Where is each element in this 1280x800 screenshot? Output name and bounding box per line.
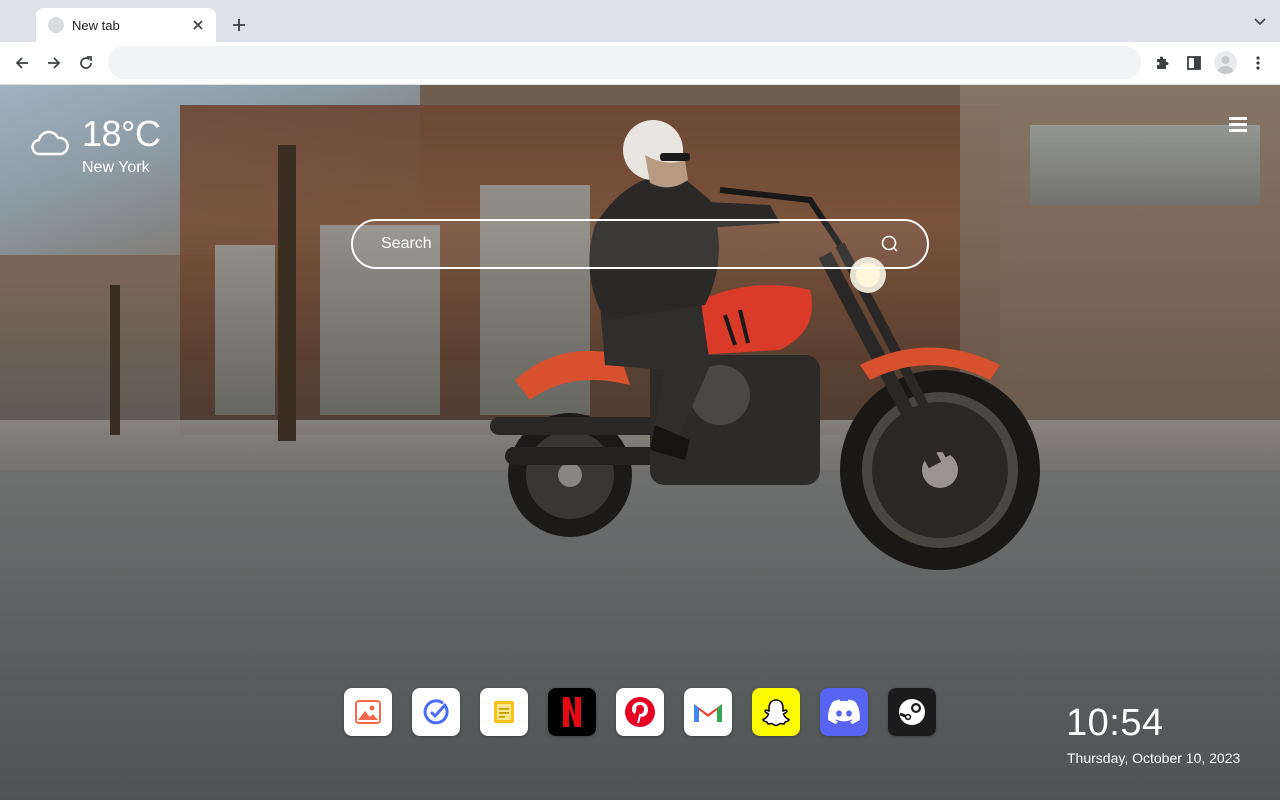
dock-item-notes[interactable] xyxy=(480,688,528,736)
forward-button[interactable] xyxy=(41,50,67,76)
wallpaper-motorcycle-rider xyxy=(490,120,1040,570)
wallpaper-tree-trunk xyxy=(278,145,296,441)
dock-item-gmail[interactable] xyxy=(684,688,732,736)
image-icon xyxy=(355,700,381,724)
snapchat-icon xyxy=(762,699,790,727)
side-panel-button[interactable] xyxy=(1181,50,1207,76)
plus-icon xyxy=(233,19,245,31)
check-circle-icon xyxy=(423,699,449,725)
reload-icon xyxy=(80,56,92,69)
netflix-icon xyxy=(563,697,581,727)
side-panel-icon xyxy=(1187,56,1201,70)
avatar-icon xyxy=(1217,56,1234,74)
wallpaper-window xyxy=(215,245,275,415)
close-icon[interactable] xyxy=(190,17,206,33)
tab-new-tab[interactable]: New tab xyxy=(36,8,216,42)
arrow-left-icon xyxy=(15,57,28,69)
hamburger-icon xyxy=(1229,117,1247,132)
search-input[interactable] xyxy=(381,221,861,267)
settings-menu-button[interactable] xyxy=(1229,117,1249,133)
steam-icon xyxy=(899,699,925,725)
back-button[interactable] xyxy=(9,50,35,76)
extensions-button[interactable] xyxy=(1149,50,1175,76)
puzzle-icon xyxy=(1157,56,1169,69)
discord-icon xyxy=(828,699,860,724)
note-icon xyxy=(494,701,514,723)
search-box[interactable] xyxy=(351,219,929,269)
wallpaper-window xyxy=(1030,125,1260,205)
dock-item-pinterest[interactable] xyxy=(616,688,664,736)
browser-toolbar xyxy=(0,42,1280,85)
kebab-menu-icon xyxy=(1256,56,1260,70)
tab-title: New tab xyxy=(72,17,120,33)
new-tab-button[interactable] xyxy=(226,12,252,38)
dock-item-tasks[interactable] xyxy=(412,688,460,736)
dock-item-discord[interactable] xyxy=(820,688,868,736)
gmail-icon xyxy=(694,704,722,722)
dock-item-steam[interactable] xyxy=(888,688,936,736)
app-dock xyxy=(344,688,936,736)
profile-button[interactable] xyxy=(1214,51,1237,74)
clock-date: Thursday, October 10, 2023 xyxy=(1067,750,1241,766)
pinterest-icon xyxy=(625,697,655,727)
dock-item-snapchat[interactable] xyxy=(752,688,800,736)
dock-item-photos[interactable] xyxy=(344,688,392,736)
weather-temperature: 18°C xyxy=(82,113,161,154)
tab-favicon-icon xyxy=(48,17,64,33)
wallpaper-tree-trunk xyxy=(110,285,120,435)
chrome-menu-button[interactable] xyxy=(1245,50,1271,76)
tab-strip: New tab xyxy=(0,0,1280,42)
chevron-down-icon xyxy=(1254,18,1266,26)
weather-city: New York xyxy=(82,159,150,176)
reload-button[interactable] xyxy=(73,50,99,76)
tab-search-button[interactable] xyxy=(1252,14,1268,30)
clock-time: 10:54 xyxy=(1066,702,1164,744)
cloud-icon xyxy=(31,130,69,156)
search-icon[interactable] xyxy=(881,235,899,253)
address-bar[interactable] xyxy=(108,46,1141,79)
dock-item-netflix[interactable] xyxy=(548,688,596,736)
arrow-right-icon xyxy=(48,57,61,69)
